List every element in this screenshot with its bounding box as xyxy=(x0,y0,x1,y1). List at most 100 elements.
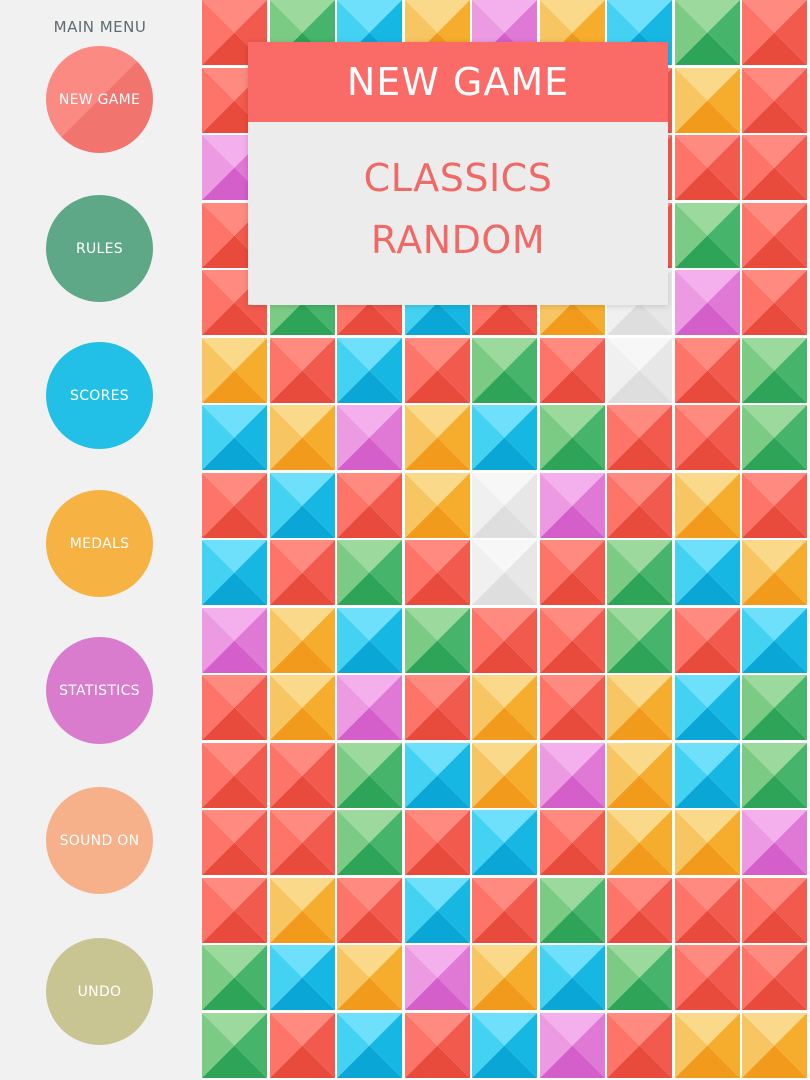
board-tile[interactable] xyxy=(742,338,807,403)
board-tile[interactable] xyxy=(540,1013,605,1078)
board-tile[interactable] xyxy=(607,405,672,470)
board-tile[interactable] xyxy=(337,338,402,403)
board-tile[interactable] xyxy=(540,608,605,673)
board-tile[interactable] xyxy=(607,945,672,1010)
board-tile[interactable] xyxy=(742,675,807,740)
board-tile[interactable] xyxy=(540,405,605,470)
board-tile[interactable] xyxy=(472,540,537,605)
board-tile[interactable] xyxy=(337,810,402,875)
board-tile[interactable] xyxy=(270,473,335,538)
board-tile[interactable] xyxy=(675,338,740,403)
board-tile[interactable] xyxy=(607,338,672,403)
board-tile[interactable] xyxy=(742,743,807,808)
board-tile[interactable] xyxy=(337,405,402,470)
board-tile[interactable] xyxy=(742,68,807,133)
board-tile[interactable] xyxy=(270,1013,335,1078)
board-tile[interactable] xyxy=(270,405,335,470)
board-tile[interactable] xyxy=(742,810,807,875)
board-tile[interactable] xyxy=(540,810,605,875)
board-tile[interactable] xyxy=(472,810,537,875)
board-tile[interactable] xyxy=(675,270,740,335)
board-tile[interactable] xyxy=(472,1013,537,1078)
board-tile[interactable] xyxy=(202,878,267,943)
board-tile[interactable] xyxy=(675,203,740,268)
board-tile[interactable] xyxy=(405,338,470,403)
statistics-button[interactable]: STATISTICS xyxy=(46,637,153,744)
board-tile[interactable] xyxy=(742,878,807,943)
board-tile[interactable] xyxy=(675,540,740,605)
board-tile[interactable] xyxy=(270,675,335,740)
board-tile[interactable] xyxy=(202,473,267,538)
board-tile[interactable] xyxy=(675,473,740,538)
board-tile[interactable] xyxy=(607,608,672,673)
board-tile[interactable] xyxy=(742,473,807,538)
board-tile[interactable] xyxy=(337,1013,402,1078)
board-tile[interactable] xyxy=(540,540,605,605)
board-tile[interactable] xyxy=(472,743,537,808)
board-tile[interactable] xyxy=(202,810,267,875)
board-tile[interactable] xyxy=(337,675,402,740)
board-tile[interactable] xyxy=(405,675,470,740)
board-tile[interactable] xyxy=(742,203,807,268)
board-tile[interactable] xyxy=(742,135,807,200)
board-tile[interactable] xyxy=(405,405,470,470)
board-tile[interactable] xyxy=(472,473,537,538)
board-tile[interactable] xyxy=(675,675,740,740)
board-tile[interactable] xyxy=(337,473,402,538)
board-tile[interactable] xyxy=(270,540,335,605)
rules-button[interactable]: RULES xyxy=(46,195,153,302)
board-tile[interactable] xyxy=(405,743,470,808)
board-tile[interactable] xyxy=(742,608,807,673)
board-tile[interactable] xyxy=(675,135,740,200)
board-tile[interactable] xyxy=(540,473,605,538)
board-tile[interactable] xyxy=(202,1013,267,1078)
board-tile[interactable] xyxy=(675,810,740,875)
board-tile[interactable] xyxy=(742,0,807,65)
board-tile[interactable] xyxy=(675,68,740,133)
board-tile[interactable] xyxy=(405,473,470,538)
board-tile[interactable] xyxy=(202,608,267,673)
board-tile[interactable] xyxy=(405,945,470,1010)
board-tile[interactable] xyxy=(742,270,807,335)
new-game-button[interactable]: NEW GAME xyxy=(46,46,153,153)
random-option[interactable]: RANDOM xyxy=(248,218,668,262)
board-tile[interactable] xyxy=(607,675,672,740)
board-tile[interactable] xyxy=(540,878,605,943)
scores-button[interactable]: SCORES xyxy=(46,342,153,449)
board-tile[interactable] xyxy=(607,540,672,605)
board-tile[interactable] xyxy=(270,743,335,808)
board-tile[interactable] xyxy=(202,945,267,1010)
board-tile[interactable] xyxy=(675,405,740,470)
board-tile[interactable] xyxy=(742,1013,807,1078)
classics-option[interactable]: CLASSICS xyxy=(248,156,668,200)
board-tile[interactable] xyxy=(607,1013,672,1078)
board-tile[interactable] xyxy=(742,540,807,605)
sound-on-button[interactable]: SOUND ON xyxy=(46,787,153,894)
board-tile[interactable] xyxy=(472,405,537,470)
board-tile[interactable] xyxy=(675,0,740,65)
board-tile[interactable] xyxy=(270,810,335,875)
board-tile[interactable] xyxy=(472,608,537,673)
board-tile[interactable] xyxy=(472,675,537,740)
board-tile[interactable] xyxy=(270,878,335,943)
board-tile[interactable] xyxy=(675,945,740,1010)
board-tile[interactable] xyxy=(270,608,335,673)
board-tile[interactable] xyxy=(270,945,335,1010)
board-tile[interactable] xyxy=(540,675,605,740)
medals-button[interactable]: MEDALS xyxy=(46,490,153,597)
board-tile[interactable] xyxy=(675,743,740,808)
board-tile[interactable] xyxy=(472,338,537,403)
board-tile[interactable] xyxy=(607,473,672,538)
board-tile[interactable] xyxy=(337,878,402,943)
board-tile[interactable] xyxy=(202,338,267,403)
board-tile[interactable] xyxy=(540,743,605,808)
board-tile[interactable] xyxy=(540,945,605,1010)
board-tile[interactable] xyxy=(607,810,672,875)
board-tile[interactable] xyxy=(607,878,672,943)
board-tile[interactable] xyxy=(202,675,267,740)
board-tile[interactable] xyxy=(405,878,470,943)
board-tile[interactable] xyxy=(337,540,402,605)
board-tile[interactable] xyxy=(337,743,402,808)
board-tile[interactable] xyxy=(472,945,537,1010)
board-tile[interactable] xyxy=(742,405,807,470)
